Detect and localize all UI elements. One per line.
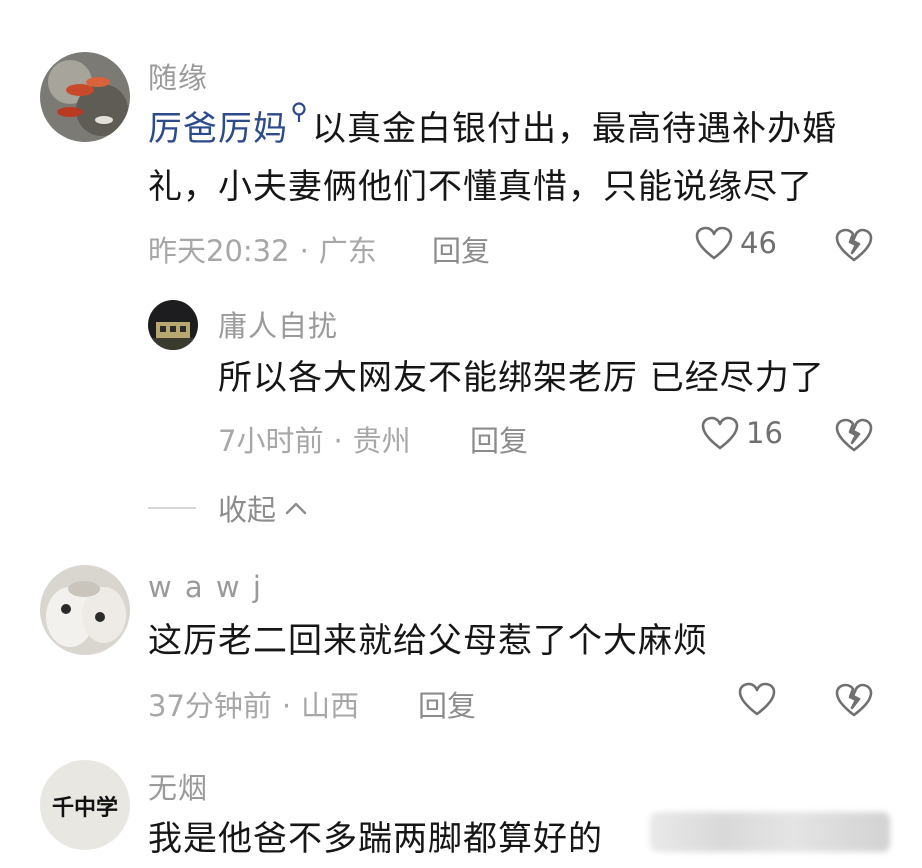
like-button[interactable]: 46 [694,225,777,261]
username[interactable]: 庸人自扰 [218,303,338,345]
avatar[interactable] [148,300,198,350]
avatar-calligraphy: 千中学 [51,795,118,821]
timestamp: 昨天20:32 [148,234,290,268]
search-mention-icon [292,102,306,122]
collapse-label: 收起 [218,493,277,527]
avatar[interactable]: 千中学 [40,760,130,850]
heart-outline-icon [738,682,776,716]
heart-outline-icon [695,226,733,260]
comment-text: 所以各大网友不能绑架老厉 已经尽力了 [218,358,825,398]
separator: · [299,234,309,268]
timestamp: 7小时前 [218,424,324,458]
like-button[interactable] [737,681,777,717]
location: 贵州 [352,424,411,458]
comment-text: 这厉老二回来就给父母惹了个大麻烦 [148,621,708,661]
reply-button[interactable]: 回复 [432,228,490,270]
avatar[interactable] [40,52,130,142]
comment-meta: 37分钟前 · 山西 [148,683,359,725]
blurred-overlay [650,812,890,852]
reply-button[interactable]: 回复 [470,418,528,460]
chevron-up-icon [285,502,307,515]
comment-meta: 昨天20:32 · 广东 [148,228,377,270]
comment-text: 厉爸厉妈 以真金白银付出，最高待遇补办婚 [148,100,837,158]
divider [148,507,196,509]
comment-meta: 7小时前 · 贵州 [218,418,411,460]
username[interactable]: w a w j [148,570,263,604]
heart-outline-icon [701,416,739,450]
broken-heart-icon[interactable] [834,416,874,454]
like-button[interactable]: 16 [700,415,783,451]
comment-text-line: 礼，小夫妻俩他们不懂真惜，只能说缘尽了 [148,167,813,207]
comment-text: 我是他爸不多踹两脚都算好的 [148,819,603,859]
username[interactable]: 无烟 [148,765,208,807]
avatar[interactable] [40,565,130,655]
separator: · [333,424,343,458]
separator: · [281,689,292,723]
like-count: 46 [740,226,777,260]
broken-heart-icon[interactable] [834,681,874,719]
location: 山西 [301,689,360,723]
location: 广东 [318,234,377,268]
timestamp: 37分钟前 [148,689,272,723]
username[interactable]: 随缘 [148,55,208,97]
reply-button[interactable]: 回复 [418,683,476,725]
like-count: 16 [746,416,783,450]
collapse-replies-button[interactable]: 收起 [148,487,308,529]
mention-link[interactable]: 厉爸厉妈 [148,102,312,149]
broken-heart-icon[interactable] [834,226,874,264]
